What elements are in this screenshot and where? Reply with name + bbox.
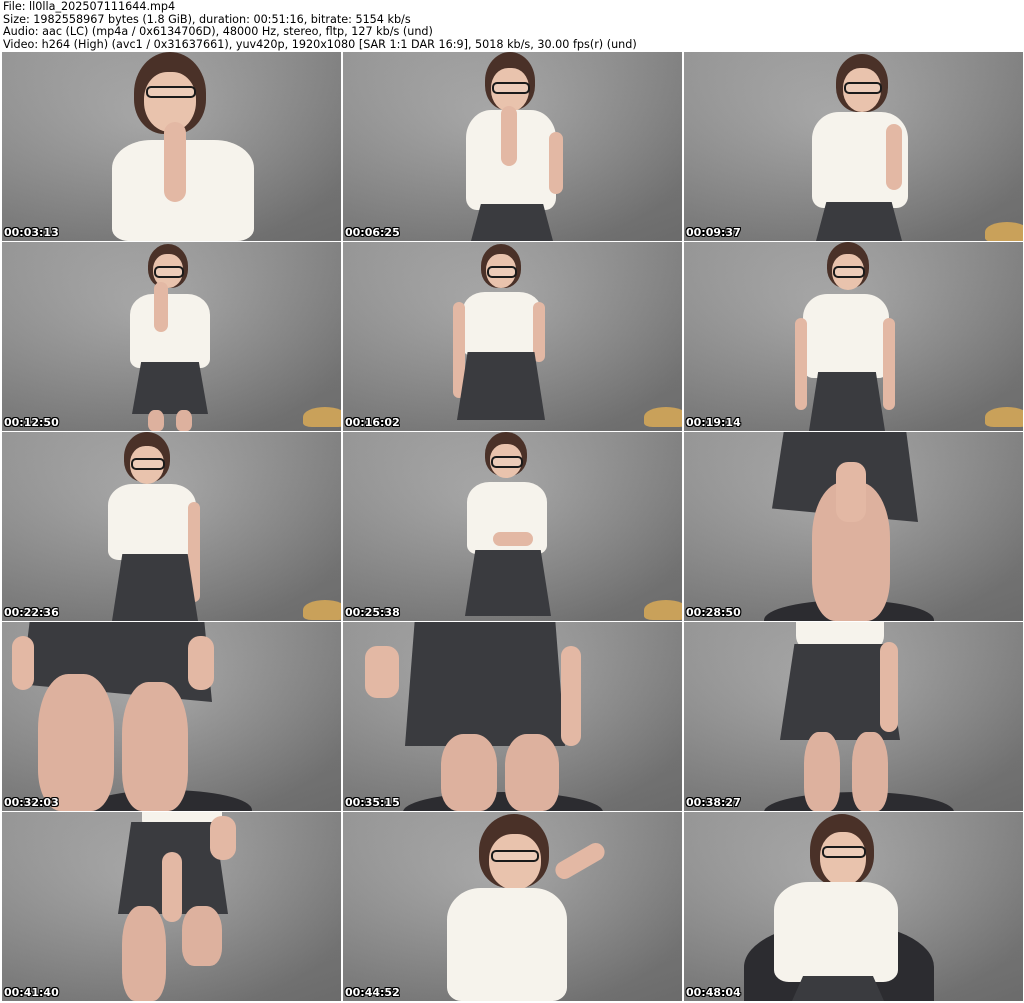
thumbnail[interactable]: 00:32:03 [2, 622, 341, 811]
timestamp-label: 00:03:13 [4, 226, 59, 239]
person-figure [774, 812, 914, 1001]
thumbnail[interactable]: 00:35:15 [343, 622, 682, 811]
thumbnail[interactable]: 00:38:27 [684, 622, 1023, 811]
thumbnail[interactable]: 00:25:38 [343, 432, 682, 621]
thumbnail-grid: 00:03:13 00:06:25 00:09:37 00:12:50 00:1… [2, 52, 1023, 1002]
person-figure [365, 622, 595, 811]
timestamp-label: 00:06:25 [345, 226, 400, 239]
thumbnail[interactable]: 00:03:13 [2, 52, 341, 241]
thumbnail[interactable]: 00:28:50 [684, 432, 1023, 621]
timestamp-label: 00:38:27 [686, 796, 741, 809]
file-name-line: File: ll0lla_202507111644.mp4 [3, 1, 176, 13]
stool [644, 407, 682, 427]
thumbnail[interactable]: 00:22:36 [2, 432, 341, 621]
person-figure [795, 242, 899, 431]
timestamp-label: 00:25:38 [345, 606, 400, 619]
video-info-line: Video: h264 (High) (avc1 / 0x31637661), … [3, 38, 637, 51]
person-figure [443, 812, 613, 1001]
thumbnail[interactable]: 00:48:04 [684, 812, 1023, 1001]
person-figure [463, 432, 563, 621]
timestamp-label: 00:12:50 [4, 416, 59, 429]
thumbnail[interactable]: 00:12:50 [2, 242, 341, 431]
timestamp-label: 00:09:37 [686, 226, 741, 239]
thumbnail[interactable]: 00:16:02 [343, 242, 682, 431]
thumbnail[interactable]: 00:44:52 [343, 812, 682, 1001]
thumbnail[interactable]: 00:41:40 [2, 812, 341, 1001]
timestamp-label: 00:35:15 [345, 796, 400, 809]
person-figure [772, 432, 922, 621]
person-figure [112, 52, 262, 241]
timestamp-label: 00:22:36 [4, 606, 59, 619]
timestamp-label: 00:44:52 [345, 986, 400, 999]
timestamp-label: 00:32:03 [4, 796, 59, 809]
person-figure [453, 242, 553, 431]
timestamp-label: 00:41:40 [4, 986, 59, 999]
thumbnail[interactable]: 00:06:25 [343, 52, 682, 241]
media-info-header: File: ll0lla_202507111644.mp4 Size: 1982… [3, 1, 1021, 51]
stool [303, 407, 341, 427]
timestamp-label: 00:19:14 [686, 416, 741, 429]
thumbnail[interactable]: 00:09:37 [684, 52, 1023, 241]
stool [644, 600, 682, 620]
timestamp-label: 00:48:04 [686, 986, 741, 999]
timestamp-label: 00:16:02 [345, 416, 400, 429]
stool [303, 600, 341, 620]
person-figure [102, 812, 242, 1001]
person-figure [12, 622, 222, 811]
timestamp-label: 00:28:50 [686, 606, 741, 619]
file-size-line: Size: 1982558967 bytes (1.8 GiB), durati… [3, 13, 411, 26]
person-figure [461, 52, 571, 241]
audio-info-line: Audio: aac (LC) (mp4a / 0x6134706D), 480… [3, 26, 433, 39]
stool [985, 222, 1023, 241]
stool [985, 407, 1023, 427]
person-figure [104, 432, 214, 621]
person-figure [780, 622, 910, 811]
person-figure [122, 242, 222, 431]
person-figure [806, 52, 916, 241]
thumbnail[interactable]: 00:19:14 [684, 242, 1023, 431]
